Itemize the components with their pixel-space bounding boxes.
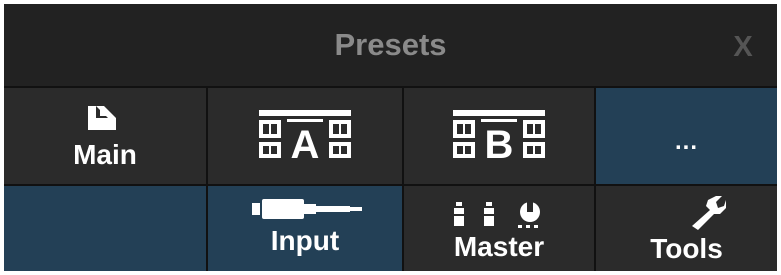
preset-a-button[interactable]: A: [208, 88, 402, 184]
bank-b-glyph: B: [485, 123, 514, 164]
close-button[interactable]: X: [723, 4, 763, 86]
input-label: Input: [270, 225, 340, 256]
wrench-icon: [692, 196, 726, 230]
presets-panel: Presets X Main A B ... Input Master Tool…: [4, 4, 777, 271]
empty-slot: [4, 186, 206, 271]
master-button[interactable]: Master: [404, 186, 594, 271]
more-label: ...: [674, 128, 698, 155]
tools-label: Tools: [650, 233, 723, 264]
master-controls-icon: [454, 202, 540, 228]
bank-b-icon: B: [453, 110, 545, 164]
document-icon: [88, 106, 116, 130]
more-button[interactable]: ...: [596, 88, 777, 184]
input-plug-icon: [252, 199, 362, 219]
main-button[interactable]: Main: [4, 88, 206, 184]
panel-header: Presets X: [4, 4, 777, 86]
bank-a-glyph: A: [291, 123, 320, 164]
preset-b-button[interactable]: B: [404, 88, 594, 184]
bank-a-icon: A: [259, 110, 351, 164]
master-label: Master: [453, 231, 545, 262]
panel-title: Presets: [334, 27, 447, 62]
input-button[interactable]: Input: [208, 186, 402, 271]
main-label: Main: [73, 139, 137, 170]
tools-button[interactable]: Tools: [596, 186, 777, 271]
